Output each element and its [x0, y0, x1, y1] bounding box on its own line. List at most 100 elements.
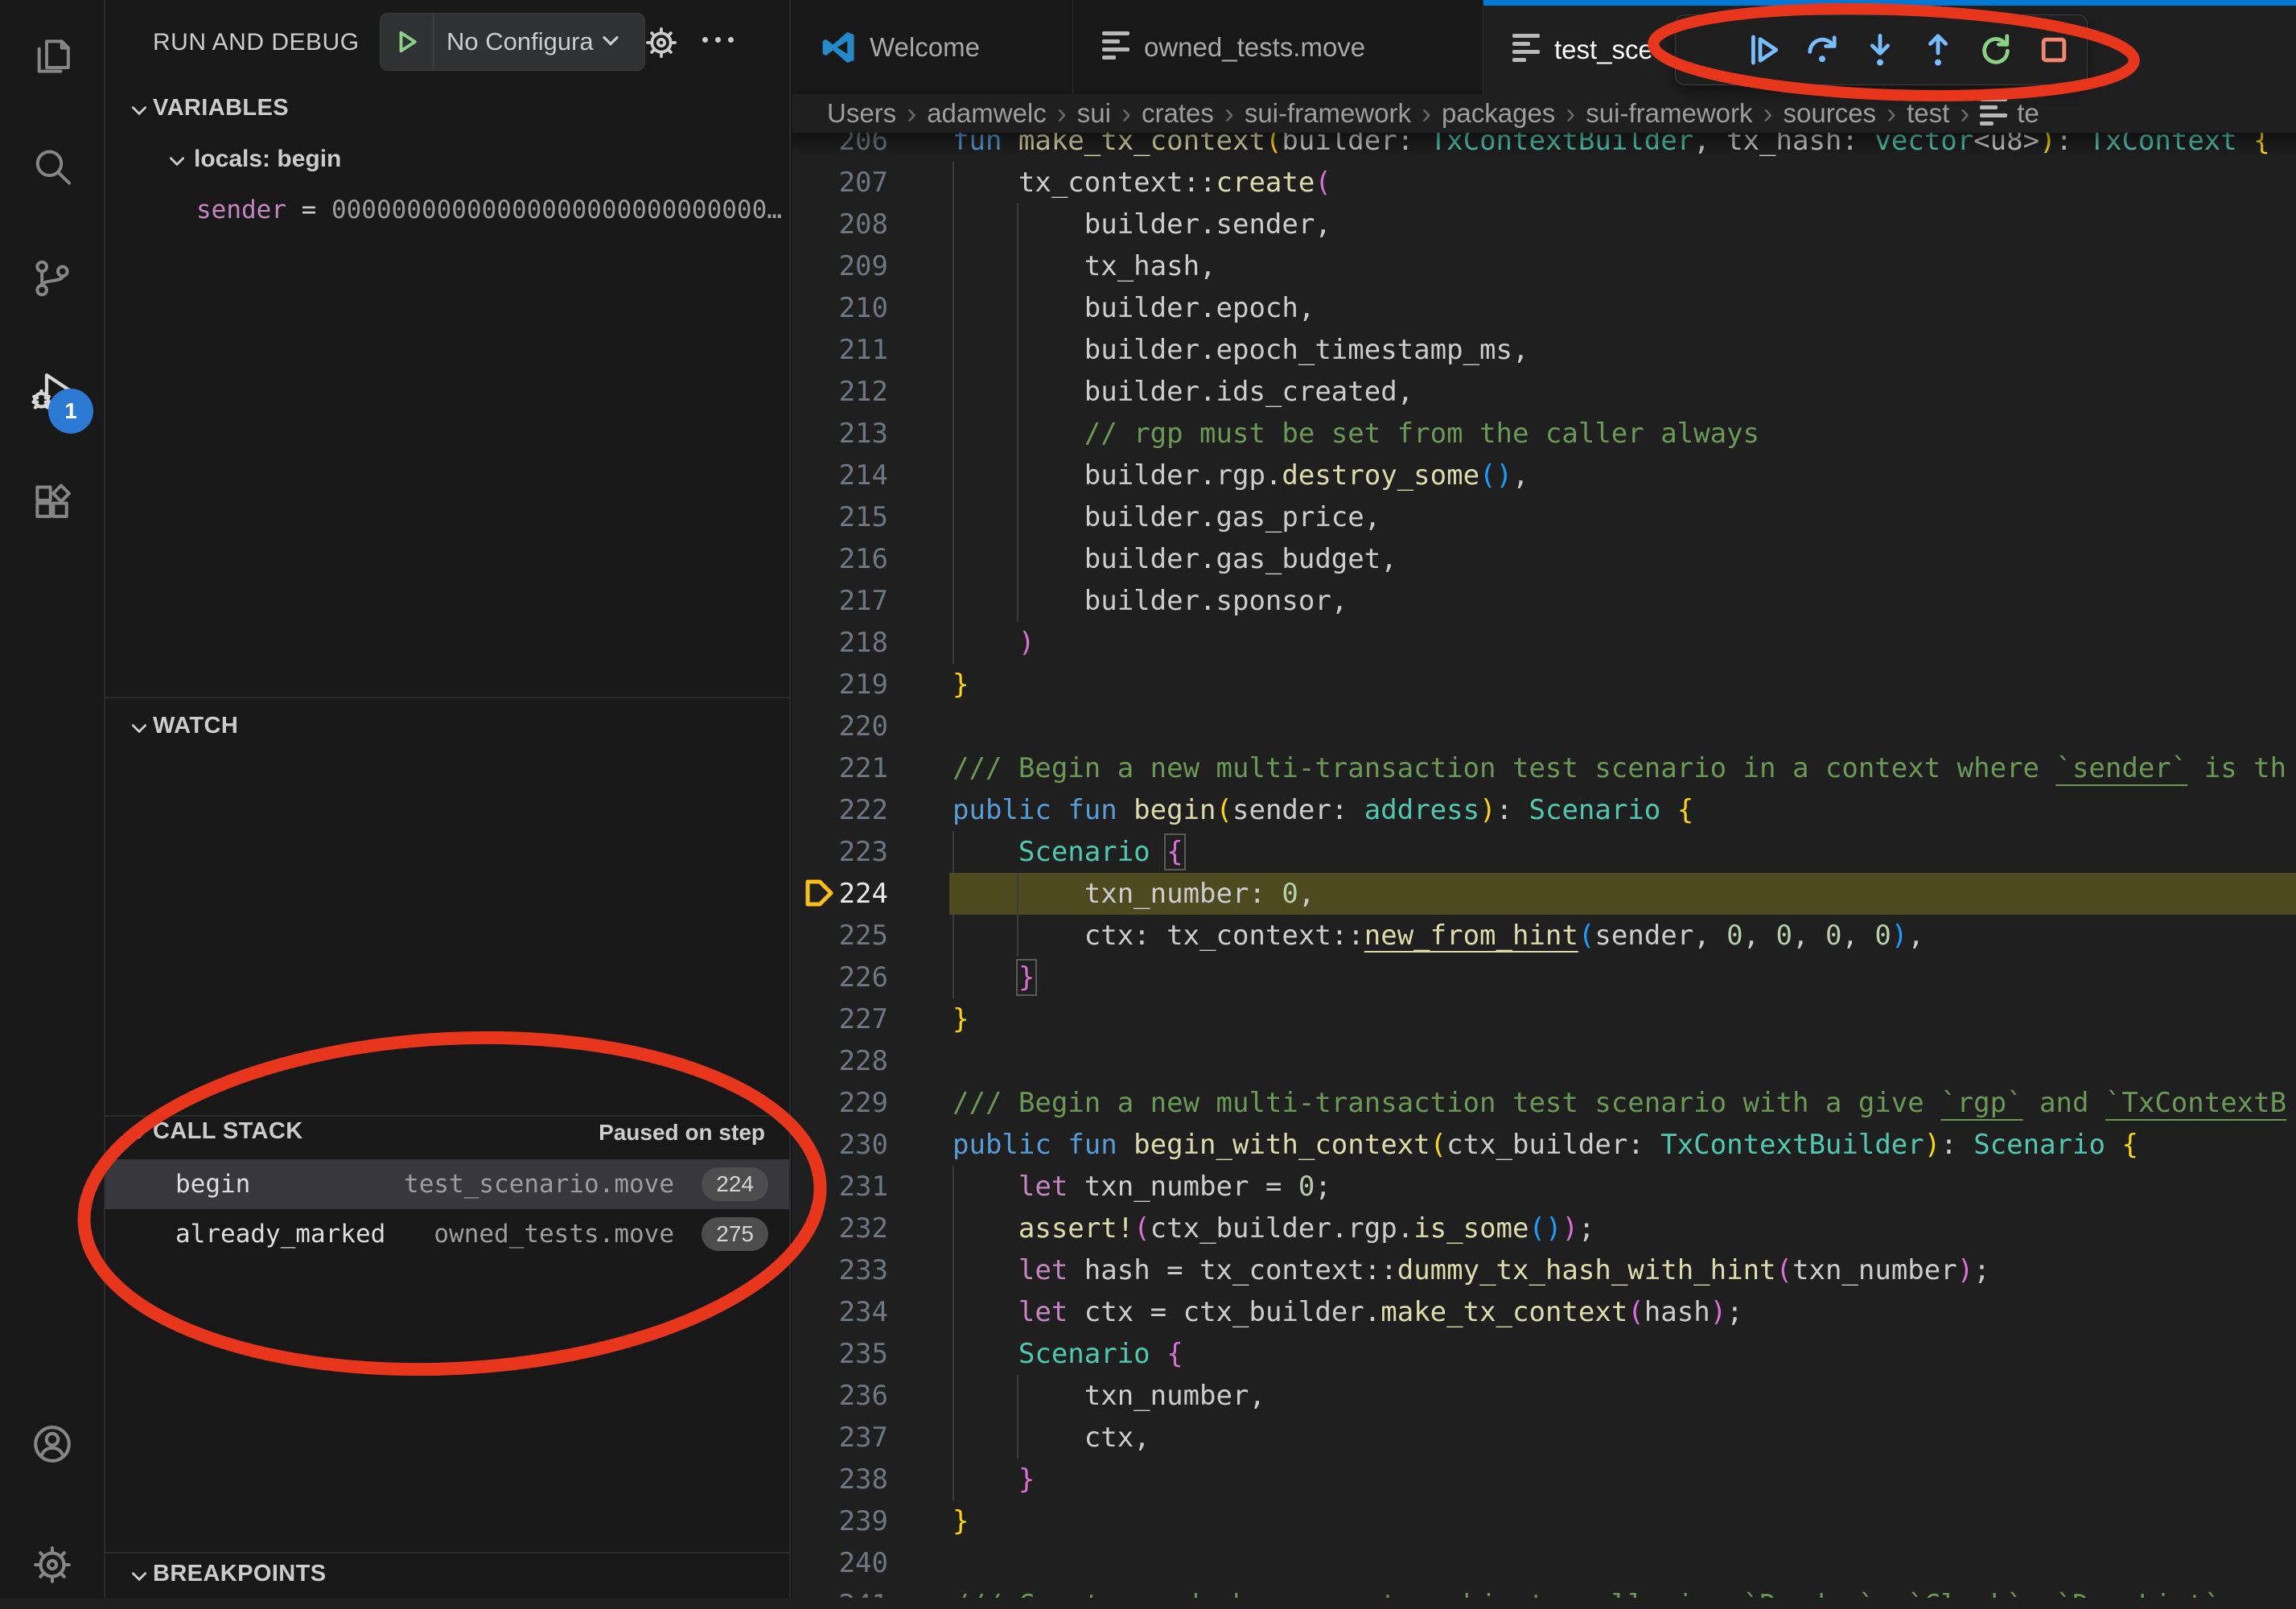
code-line-212[interactable]: 212 builder.ids_created, — [792, 371, 2296, 413]
code-line-224[interactable]: 224 txn_number: 0, — [792, 873, 2296, 915]
search-icon[interactable] — [0, 123, 104, 212]
code-line-220[interactable]: 220 — [792, 706, 2296, 747]
breadcrumb-item[interactable]: test — [1907, 98, 1949, 129]
code-line-217[interactable]: 217 builder.sponsor, — [792, 580, 2296, 622]
more-actions-icon[interactable] — [702, 37, 734, 43]
continue-button-icon[interactable] — [1745, 31, 1784, 69]
line-number[interactable]: 229 — [792, 1082, 888, 1124]
breadcrumb-item[interactable]: packages — [1442, 98, 1555, 129]
breadcrumb-item[interactable]: sui-framework — [1586, 98, 1752, 129]
line-number[interactable]: 239 — [792, 1500, 888, 1542]
line-number[interactable]: 223 — [792, 831, 888, 873]
line-number[interactable]: 227 — [792, 998, 888, 1040]
explorer-icon[interactable] — [0, 12, 104, 101]
code-line-238[interactable]: 238 } — [792, 1459, 2296, 1500]
code-line-222[interactable]: 222public fun begin(sender: address): Sc… — [792, 789, 2296, 831]
account-icon[interactable] — [0, 1400, 104, 1488]
line-number[interactable]: 210 — [792, 287, 888, 329]
line-number[interactable]: 228 — [792, 1040, 888, 1082]
line-number[interactable]: 238 — [792, 1459, 888, 1500]
chevron-down-icon[interactable] — [129, 1123, 150, 1148]
code-line-233[interactable]: 233 let hash = tx_context::dummy_tx_hash… — [792, 1249, 2296, 1291]
code-line-230[interactable]: 230public fun begin_with_context(ctx_bui… — [792, 1124, 2296, 1166]
breadcrumb-item[interactable]: Users — [827, 98, 896, 129]
line-number[interactable]: 219 — [792, 664, 888, 706]
breadcrumb-item[interactable]: sui — [1077, 98, 1111, 129]
code-line-210[interactable]: 210 builder.epoch, — [792, 287, 2296, 329]
source-control-icon[interactable] — [0, 234, 104, 323]
code-line-215[interactable]: 215 builder.gas_price, — [792, 496, 2296, 538]
breadcrumb-file[interactable]: te — [1980, 97, 2039, 130]
call-stack-section-header[interactable]: CALL STACK — [153, 1118, 303, 1145]
breadcrumb-item[interactable]: adamwelc — [927, 98, 1047, 129]
chevron-down-icon[interactable] — [129, 718, 150, 743]
breadcrumb-item[interactable]: crates — [1142, 98, 1214, 129]
line-number[interactable]: 215 — [792, 496, 888, 538]
code-line-207[interactable]: 207 tx_context::create( — [792, 162, 2296, 204]
line-number[interactable]: 241 — [792, 1584, 888, 1598]
code-line-229[interactable]: 229/// Begin a new multi-transaction tes… — [792, 1082, 2296, 1124]
code-line-221[interactable]: 221/// Begin a new multi-transaction tes… — [792, 747, 2296, 789]
line-number[interactable]: 218 — [792, 622, 888, 664]
line-number[interactable]: 220 — [792, 706, 888, 747]
line-number[interactable]: 211 — [792, 329, 888, 371]
line-number[interactable]: 235 — [792, 1333, 888, 1375]
line-number[interactable]: 217 — [792, 580, 888, 622]
code-editor[interactable]: 206fun make_tx_context(builder: TxContex… — [792, 133, 2296, 1598]
code-line-231[interactable]: 231 let txn_number = 0; — [792, 1166, 2296, 1208]
line-number[interactable]: 226 — [792, 957, 888, 998]
chevron-down-icon[interactable] — [167, 150, 187, 175]
code-line-240[interactable]: 240 — [792, 1542, 2296, 1584]
debug-config-dropdown[interactable]: No Configura — [380, 13, 645, 71]
line-number[interactable]: 206 — [792, 133, 888, 162]
line-number[interactable]: 212 — [792, 371, 888, 413]
line-number[interactable]: 236 — [792, 1375, 888, 1417]
code-line-208[interactable]: 208 builder.sender, — [792, 204, 2296, 245]
step-into-button-icon[interactable] — [1861, 31, 1899, 69]
code-line-226[interactable]: 226 } — [792, 957, 2296, 998]
code-line-228[interactable]: 228 — [792, 1040, 2296, 1082]
line-number[interactable]: 221 — [792, 747, 888, 789]
line-number[interactable]: 225 — [792, 915, 888, 957]
code-line-218[interactable]: 218 ) — [792, 622, 2296, 664]
step-out-button-icon[interactable] — [1919, 31, 1957, 69]
breadcrumb[interactable]: Users›adamwelc›sui›crates›sui-framework›… — [792, 94, 2296, 133]
step-over-button-icon[interactable] — [1803, 31, 1841, 69]
line-number[interactable]: 209 — [792, 245, 888, 287]
code-line-209[interactable]: 209 tx_hash, — [792, 245, 2296, 287]
code-line-211[interactable]: 211 builder.epoch_timestamp_ms, — [792, 329, 2296, 371]
code-line-206[interactable]: 206fun make_tx_context(builder: TxContex… — [792, 133, 2296, 162]
call-stack-frame[interactable]: begintest_scenario.move224 — [105, 1159, 789, 1209]
line-number[interactable]: 240 — [792, 1542, 888, 1584]
watch-section-header[interactable]: WATCH — [153, 713, 238, 739]
code-line-225[interactable]: 225 ctx: tx_context::new_from_hint(sende… — [792, 915, 2296, 957]
code-line-232[interactable]: 232 assert!(ctx_builder.rgp.is_some()); — [792, 1208, 2296, 1249]
breakpoints-section-header[interactable]: BREAKPOINTS — [153, 1561, 326, 1587]
chevron-down-icon[interactable] — [129, 100, 150, 125]
restart-button-icon[interactable] — [1977, 31, 2015, 69]
code-line-234[interactable]: 234 let ctx = ctx_builder.make_tx_contex… — [792, 1291, 2296, 1333]
line-number[interactable]: 208 — [792, 204, 888, 245]
line-number[interactable]: 233 — [792, 1249, 888, 1291]
line-number[interactable]: 232 — [792, 1208, 888, 1249]
code-line-214[interactable]: 214 builder.rgp.destroy_some(), — [792, 455, 2296, 496]
variables-section-header[interactable]: VARIABLES — [153, 95, 289, 121]
line-number[interactable]: 234 — [792, 1291, 888, 1333]
variables-scope-label[interactable]: locals: begin — [194, 146, 341, 173]
settings-gear-icon[interactable] — [0, 1521, 104, 1609]
debug-settings-gear-icon[interactable] — [641, 23, 681, 67]
line-number[interactable]: 216 — [792, 538, 888, 580]
call-stack-frame[interactable]: already_markedowned_tests.move275 — [105, 1209, 789, 1259]
code-line-223[interactable]: 223 Scenario { — [792, 831, 2296, 873]
tab-welcome[interactable]: Welcome — [792, 0, 1073, 94]
start-debug-icon[interactable] — [381, 14, 434, 70]
code-line-236[interactable]: 236 txn_number, — [792, 1375, 2296, 1417]
code-line-219[interactable]: 219} — [792, 664, 2296, 706]
variable-row[interactable]: sender = 00000000000000000000000000000… — [196, 195, 782, 224]
line-number[interactable]: 214 — [792, 455, 888, 496]
line-number[interactable]: 231 — [792, 1166, 888, 1208]
tab-owned-tests-move[interactable]: owned_tests.move — [1073, 0, 1483, 94]
code-line-241[interactable]: 241/// Creates and shares system objects… — [792, 1584, 2296, 1598]
code-line-235[interactable]: 235 Scenario { — [792, 1333, 2296, 1375]
breadcrumb-item[interactable]: sources — [1784, 98, 1877, 129]
